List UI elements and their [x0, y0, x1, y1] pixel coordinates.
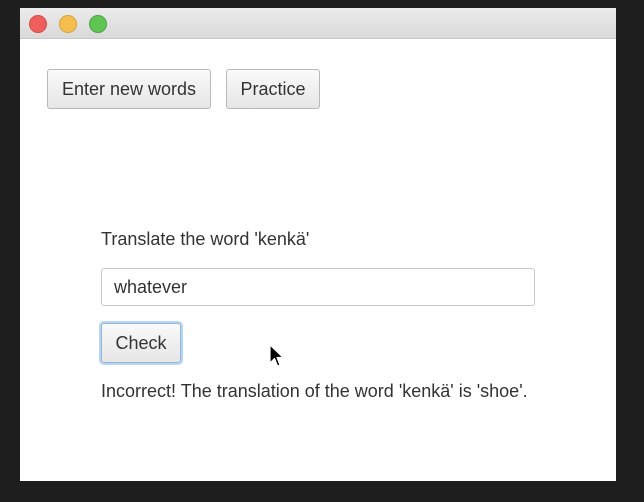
- enter-new-words-button[interactable]: Enter new words: [47, 69, 211, 109]
- translation-input[interactable]: [101, 268, 535, 306]
- practice-button[interactable]: Practice: [226, 69, 320, 109]
- minimize-window-button[interactable]: [59, 15, 77, 33]
- close-window-button[interactable]: [29, 15, 47, 33]
- app-window: Enter new words Practice Translate the w…: [20, 8, 616, 481]
- zoom-window-button[interactable]: [89, 15, 107, 33]
- check-button[interactable]: Check: [101, 323, 181, 363]
- title-bar: [20, 8, 616, 39]
- result-message: Incorrect! The translation of the word '…: [101, 381, 528, 401]
- mouse-pointer-icon: [269, 344, 284, 367]
- translate-prompt-label: Translate the word 'kenkä': [101, 229, 310, 249]
